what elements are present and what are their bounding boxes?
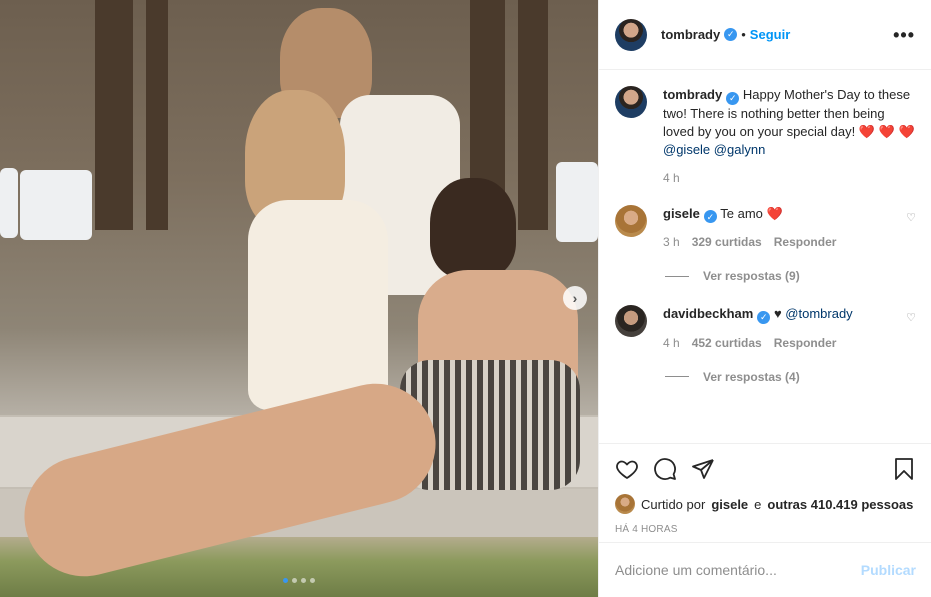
post-side-panel: tombrady ✓ • Seguir ••• tombrady ✓ Happy … (598, 0, 931, 597)
add-comment-bar: Adicione um comentário... Publicar (599, 542, 931, 597)
share-paper-plane-icon[interactable] (691, 457, 715, 481)
comments-list: tombrady ✓ Happy Mother's Day to these tw… (599, 70, 931, 443)
comment-body: davidbeckham ✓ ♥ @tombrady 4 h 452 curtid… (663, 305, 890, 352)
photo-figure-boy-head (430, 178, 516, 278)
verified-badge-icon: ✓ (703, 210, 717, 223)
comment-body: gisele ✓ Te amo ❤️ 3 h 329 curtidas Respo… (663, 205, 890, 252)
comment: gisele ✓ Te amo ❤️ 3 h 329 curtidas Respo… (615, 204, 916, 252)
verified-badge-icon: ✓ (726, 91, 740, 105)
comment-likes[interactable]: 452 curtidas (692, 334, 762, 352)
view-replies-button[interactable]: Ver respostas (4) (665, 370, 916, 384)
comment-text: ♥ (773, 306, 782, 321)
caption-username[interactable]: tombrady (663, 87, 722, 102)
photo-pillar-left (95, 0, 133, 230)
comment-likes[interactable]: 329 curtidas (692, 233, 762, 251)
photo-cushion (20, 170, 92, 240)
save-bookmark-icon[interactable] (892, 457, 916, 481)
likes-summary: Curtido por gisele e outras 410.419 pess… (615, 494, 916, 514)
liker-avatar[interactable] (615, 494, 635, 514)
comment-like-heart-icon[interactable]: ♡ (906, 211, 916, 252)
post-photo[interactable]: › (0, 0, 598, 597)
comment-avatar[interactable] (615, 305, 647, 337)
view-replies-label: Ver respostas (9) (703, 269, 800, 283)
separator-dot: • (741, 27, 746, 42)
photo-cushion (556, 162, 598, 242)
comment-username[interactable]: gisele (663, 206, 700, 221)
follow-button[interactable]: Seguir (750, 27, 790, 42)
carousel-dot (301, 578, 306, 583)
likes-others-link[interactable]: outras 410.419 pessoas (767, 497, 913, 512)
likes-prefix: Curtido por (641, 496, 706, 512)
mention-link[interactable]: @tombrady (785, 306, 852, 321)
comment-bubble-icon[interactable] (653, 457, 677, 481)
reply-button[interactable]: Responder (774, 233, 837, 251)
carousel-dot (283, 578, 288, 583)
comment-username[interactable]: davidbeckham (663, 306, 753, 321)
photo-figure-girl-dress (248, 200, 388, 410)
comment-time[interactable]: 4 h (663, 334, 680, 352)
post-actions: Curtido por gisele e outras 410.419 pess… (599, 443, 931, 535)
post-header: tombrady ✓ • Seguir ••• (599, 0, 931, 70)
add-comment-input[interactable]: Adicione um comentário... (615, 562, 861, 578)
caption-meta: 4 h (663, 169, 916, 187)
photo-cushion (0, 168, 18, 238)
post-timestamp[interactable]: HÁ 4 HORAS (615, 524, 916, 535)
caption-time[interactable]: 4 h (663, 169, 680, 187)
carousel-dots (283, 578, 315, 583)
caption-avatar[interactable] (615, 86, 647, 118)
verified-badge-icon: ✓ (757, 310, 771, 324)
like-heart-icon[interactable] (615, 457, 639, 481)
reply-button[interactable]: Responder (774, 334, 837, 352)
liker-username[interactable]: gisele (711, 497, 748, 512)
comment-text: Te amo (720, 205, 763, 221)
comment-like-heart-icon[interactable]: ♡ (906, 311, 916, 352)
mention-link[interactable]: @gisele (663, 142, 710, 157)
action-icons (615, 454, 916, 484)
author-avatar[interactable] (615, 18, 647, 51)
verified-badge-icon: ✓ (724, 28, 738, 41)
heart-emoji: ❤️ (766, 205, 783, 221)
comment-avatar[interactable] (615, 204, 647, 237)
caption-body: tombrady ✓ Happy Mother's Day to these tw… (663, 86, 916, 187)
photo-pillar-right (518, 0, 548, 230)
likes-joiner: e (754, 496, 762, 512)
caption: tombrady ✓ Happy Mother's Day to these tw… (615, 86, 916, 187)
view-replies-label: Ver respostas (4) (703, 369, 800, 384)
carousel-dot (310, 578, 315, 583)
view-replies-button[interactable]: Ver respostas (9) (665, 269, 916, 283)
more-options-icon[interactable]: ••• (893, 26, 915, 44)
replies-line (665, 376, 689, 377)
replies-line (665, 275, 689, 277)
photo-pillar (146, 0, 168, 230)
comment-time[interactable]: 3 h (663, 233, 680, 251)
carousel-next-button[interactable]: › (563, 286, 587, 310)
carousel-dot (292, 578, 297, 583)
comment: davidbeckham ✓ ♥ @tombrady 4 h 452 curtid… (615, 305, 916, 352)
author-username[interactable]: tombrady (661, 27, 720, 42)
comment-meta: 3 h 329 curtidas Responder (663, 233, 890, 251)
comment-meta: 4 h 452 curtidas Responder (663, 334, 890, 352)
mention-link[interactable]: @galynn (714, 142, 766, 157)
publish-button[interactable]: Publicar (861, 562, 916, 578)
heart-emoji: ❤️ ❤️ ❤️ (858, 123, 915, 139)
